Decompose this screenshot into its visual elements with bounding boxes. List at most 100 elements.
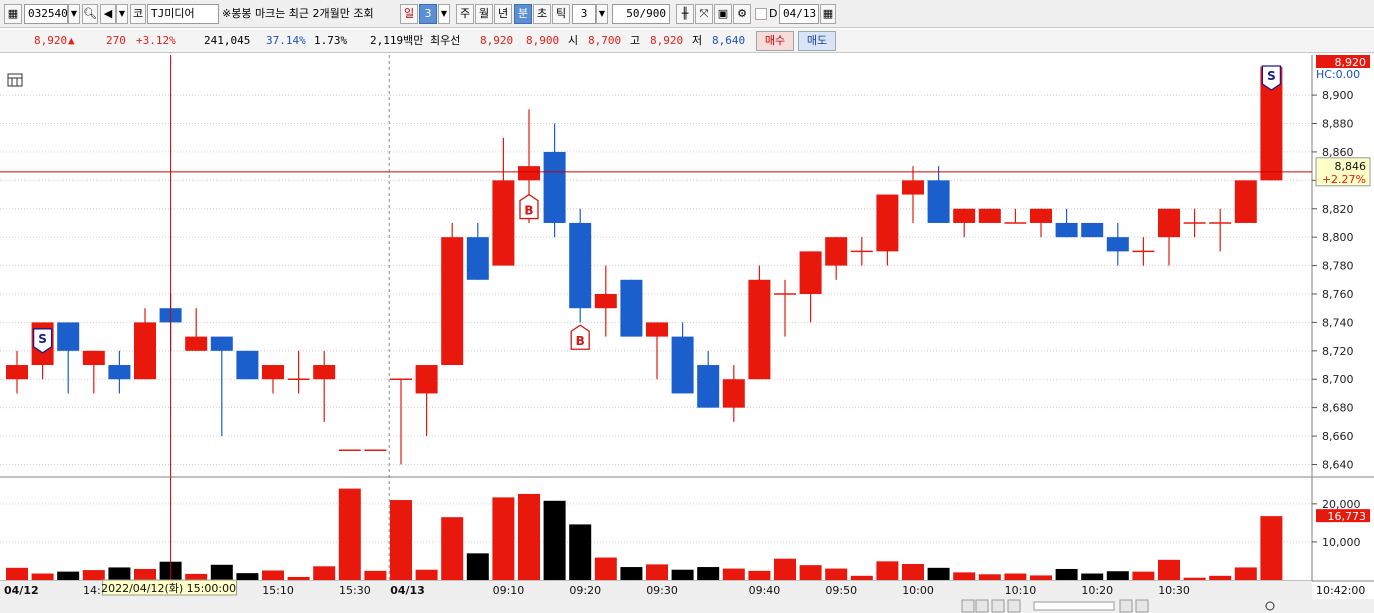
price-tick-label: 8,660: [1322, 430, 1354, 443]
candle-body: [492, 180, 515, 266]
notice-text: ※봉봉 마크는 최근 2개월만 조회: [222, 7, 374, 20]
volume-bar: [620, 567, 643, 580]
speaker-icon[interactable]: ◀: [100, 4, 116, 24]
candle-body: [722, 379, 745, 408]
up-arrow-icon: ▲: [68, 34, 75, 47]
price-change: 270: [106, 34, 126, 47]
volume-bar: [415, 569, 438, 580]
interval-input[interactable]: 3: [572, 4, 596, 24]
zoom-in-button: [1119, 599, 1133, 613]
code-dropdown-icon[interactable]: ▼: [68, 4, 80, 24]
settings-icon[interactable]: ⚙: [733, 4, 751, 24]
marker-label: B: [524, 204, 533, 218]
volume-bar: [722, 568, 745, 580]
candle-body: [978, 208, 1001, 223]
period-day-value[interactable]: 3: [419, 4, 437, 24]
volume-bar: [1106, 571, 1129, 580]
price-tick-label: 8,680: [1322, 402, 1354, 415]
search-icon[interactable]: 🔍︎: [82, 4, 98, 24]
period-tick-button[interactable]: 틱: [552, 4, 570, 24]
x-axis-label: 04/13: [390, 584, 425, 597]
candle-body: [262, 365, 284, 380]
price-chart[interactable]: S B B S 8,640 8,660 8,680 8,700 8,720 8,740 8,760…: [0, 55, 1374, 613]
candle-body: [1158, 208, 1180, 238]
count-input[interactable]: 50/900: [612, 4, 670, 24]
volume-bar: [1055, 568, 1078, 580]
save-icon[interactable]: ▣: [714, 4, 732, 24]
date-input[interactable]: 04/13: [779, 4, 819, 24]
x-axis-label: 09:30: [646, 584, 678, 597]
stock-name-field[interactable]: TJ미디어: [147, 4, 219, 24]
volume-bar: [1234, 567, 1257, 580]
candle-type-icon[interactable]: ╫: [676, 4, 694, 24]
candle-body: [1055, 222, 1078, 238]
volume-bar: [364, 570, 387, 580]
scroll-first-button: [975, 599, 989, 613]
volume-bar: [185, 573, 208, 580]
period-month-button[interactable]: 월: [475, 4, 493, 24]
volume-bar: [466, 553, 489, 580]
x-axis-label: 09:40: [749, 584, 781, 597]
period-second-button[interactable]: 초: [533, 4, 551, 24]
x-axis-label: 10:10: [1005, 584, 1037, 597]
date-checkbox[interactable]: [755, 8, 767, 20]
sell-signal-marker: S: [32, 328, 53, 354]
volume-bar: [287, 576, 310, 580]
volume-bar: [134, 568, 156, 580]
period-week-button[interactable]: 주: [456, 4, 474, 24]
x-axis-label: 09:10: [493, 584, 525, 597]
buy-button[interactable]: 매수: [756, 31, 794, 51]
volume-bar: [390, 500, 412, 580]
speaker-dropdown-icon[interactable]: ▼: [116, 4, 128, 24]
marker-label: B: [576, 334, 585, 348]
window-menu-icon[interactable]: ▦: [4, 4, 22, 24]
candle-body: [902, 180, 924, 195]
volume-bar: [108, 567, 131, 580]
period-day-button[interactable]: 일: [400, 4, 418, 24]
price-tick-label: 8,720: [1322, 345, 1354, 358]
price-tick-label: 8,740: [1322, 316, 1354, 329]
price-tick-label: 8,880: [1322, 118, 1354, 131]
candle-body: [210, 336, 233, 351]
market-button[interactable]: 코: [130, 4, 146, 24]
candle-body: [466, 237, 489, 280]
volume-bar: [1209, 575, 1232, 580]
low-price: 8,640: [712, 34, 746, 47]
candle-body: [748, 279, 771, 380]
volume-bar: [569, 524, 592, 580]
volume-bar: [313, 566, 336, 580]
volume-bar: [543, 500, 566, 580]
volume-bar: [850, 575, 873, 580]
price-tick-label: 8,760: [1322, 288, 1354, 301]
volume-bar: [825, 568, 848, 580]
buy-signal-marker: B: [570, 324, 590, 350]
candle-body: [825, 237, 848, 266]
scroll-left-button: [961, 599, 975, 613]
volume-bar: [1004, 573, 1027, 580]
interval-dropdown-icon[interactable]: ▼: [596, 4, 608, 24]
hc-label: HC:0.00: [1316, 68, 1360, 81]
volume-bar: [671, 569, 694, 580]
x-axis-label: 15:10: [262, 584, 294, 597]
volume-bar: [774, 558, 796, 580]
price-tick-label: 8,820: [1322, 203, 1354, 216]
sell-button[interactable]: 매도: [798, 31, 836, 51]
best-price-label: 최우선: [430, 34, 461, 47]
candle-body: [57, 322, 80, 351]
period-dropdown-icon[interactable]: ▼: [438, 4, 450, 24]
period-year-button[interactable]: 년: [494, 4, 512, 24]
calendar-icon[interactable]: ▦: [820, 4, 836, 24]
volume-bar: [876, 561, 899, 580]
scroll-stop-button: [991, 599, 1005, 613]
draw-tool-icon[interactable]: ⤧: [695, 4, 713, 24]
marker-label: S: [38, 332, 47, 346]
candle-body: [134, 322, 156, 380]
price-tick-label: 8,780: [1322, 260, 1354, 273]
candle-body: [594, 293, 617, 309]
period-minute-button[interactable]: 분: [514, 4, 532, 24]
open-price: 8,700: [588, 34, 622, 47]
stock-code-input[interactable]: 032540: [24, 4, 68, 24]
quote-bar: 8,920 ▲ 270 +3.12% 241,045 37.14% 1.73% …: [0, 29, 1374, 53]
candle-body: [543, 151, 566, 223]
high-label: 고: [630, 34, 641, 47]
